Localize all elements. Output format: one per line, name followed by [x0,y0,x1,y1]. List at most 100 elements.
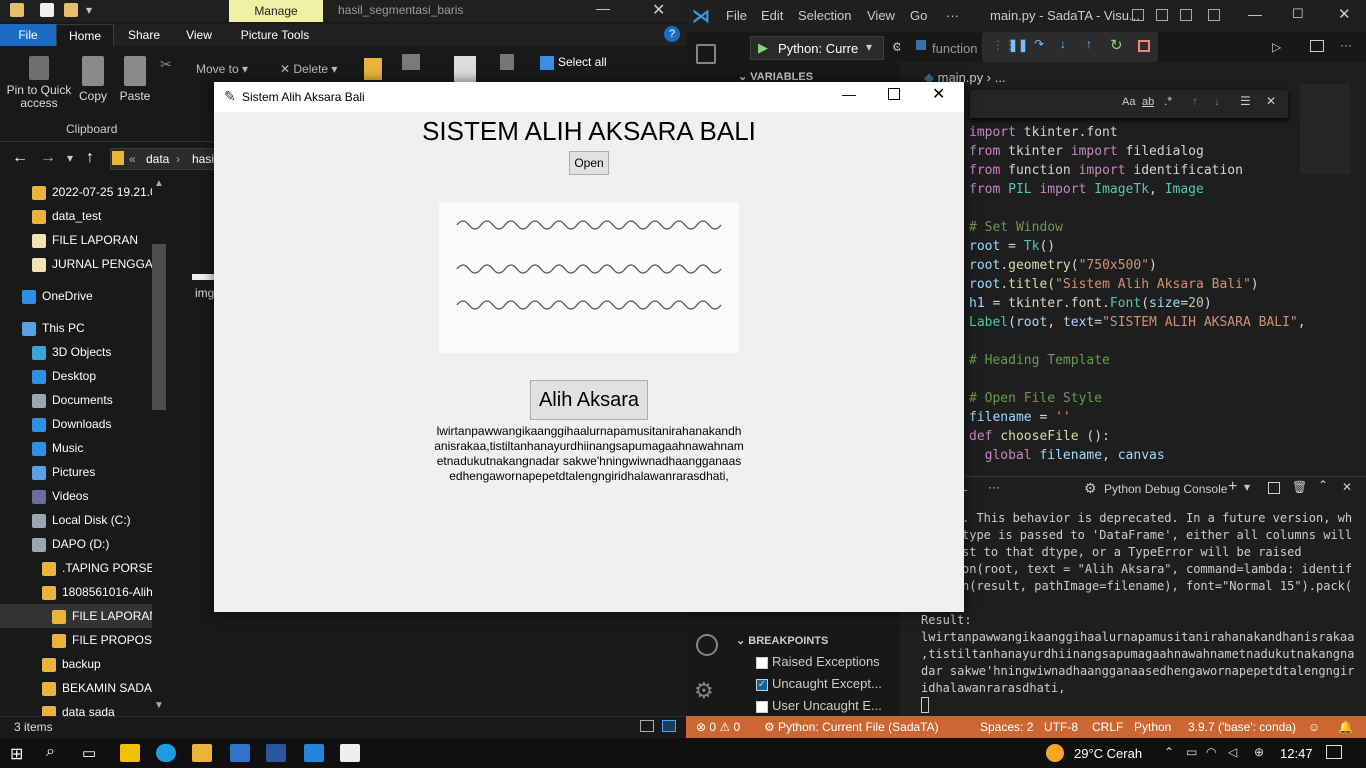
close-icon[interactable]: ✕ [1338,5,1351,23]
back-icon[interactable]: ← [12,149,28,167]
menu-more[interactable]: ··· [946,8,959,23]
new-item-icon[interactable] [402,54,420,70]
nav-item[interactable]: Music [0,436,152,460]
qat-dropdown-icon[interactable]: ▾ [86,3,92,17]
previous-match-icon[interactable]: ↑ [1192,94,1198,108]
nav-item[interactable]: FILE PROPOSAL [0,628,152,652]
file-explorer-icon[interactable] [192,744,212,762]
split-editor-icon[interactable] [1310,40,1324,52]
next-match-icon[interactable]: ↓ [1214,94,1220,108]
nav-item[interactable]: .TAPING PORSEN [0,556,152,580]
close-find-icon[interactable]: ✕ [1266,94,1276,108]
start-debug-icon[interactable]: ▶ [758,40,768,56]
cut-icon[interactable]: ✂ [160,56,172,73]
up-icon[interactable]: ↑ [86,149,94,167]
more-actions-icon[interactable]: ··· [1340,38,1352,52]
find-in-selection-icon[interactable]: ☰ [1240,94,1251,108]
debug-console-select[interactable]: Python Debug Console [1104,482,1227,496]
open-icon[interactable] [500,54,514,70]
run-config-label[interactable]: Python: Curre [778,41,858,56]
minimap[interactable] [1300,84,1350,174]
nav-item[interactable]: Desktop [0,364,152,388]
menu-file[interactable]: File [726,8,747,23]
breakpoint-checkbox[interactable] [756,656,768,669]
scroll-up-icon[interactable]: ▲ [154,178,164,189]
breakpoint-checkbox[interactable] [756,700,768,713]
toggle-sidebar-icon[interactable] [1132,9,1144,21]
panel-more-icon[interactable]: ··· [988,480,1000,494]
path-overflow-icon[interactable]: « [129,152,136,166]
edge-icon[interactable] [156,744,176,762]
help-icon[interactable]: ? [664,26,680,42]
manage-tab[interactable]: Manage [229,0,323,22]
settings-gear-icon[interactable]: ⚙ [694,678,714,704]
tray-overflow-icon[interactable]: ⌃ [1164,745,1174,759]
menu-edit[interactable]: Edit [761,8,783,23]
breakpoint-item[interactable]: User Uncaught E... [756,698,882,713]
indent-status[interactable]: Spaces: 2 [980,720,1033,734]
maximize-icon[interactable]: ☐ [1292,6,1304,22]
folder-icon[interactable] [10,3,24,17]
delete-button[interactable]: ✕ Delete ▾ [280,62,337,76]
alih-aksara-button[interactable]: Alih Aksara [530,380,648,420]
eol-status[interactable]: CRLF [1092,720,1123,734]
nav-item[interactable]: Pictures [0,460,152,484]
pause-icon[interactable]: ❚❚ [1008,38,1028,52]
photos-icon[interactable] [230,744,250,762]
weather-text[interactable]: 29°C Cerah [1074,746,1142,761]
nav-item[interactable]: FILE LAPORAN [0,604,152,628]
nav-item[interactable]: Videos [0,484,152,508]
tab-home[interactable]: Home [56,24,114,46]
step-out-icon[interactable]: ↑ [1086,37,1092,51]
pin-quick-access-button[interactable]: Pin to Quick access [4,56,74,110]
language-globe-icon[interactable]: ⊕ [1254,745,1264,759]
chevron-down-icon[interactable]: ▾ [866,40,872,54]
paste-button[interactable]: Paste [118,56,152,103]
menu-selection[interactable]: Selection [798,8,851,23]
nav-item[interactable]: 2022-07-25 19.21.0 [0,180,152,204]
menu-go[interactable]: Go [910,8,927,23]
customize-layout-icon[interactable] [1208,9,1220,21]
large-icons-view-icon[interactable] [662,720,676,732]
tab-function[interactable]: function [932,41,978,56]
explorer-icon[interactable] [696,44,716,64]
select-all-button[interactable]: Select all [540,55,607,70]
search-icon[interactable]: ⌕ [46,743,55,761]
nav-item[interactable]: FILE LAPORAN [0,228,152,252]
tab-picture-tools[interactable]: Picture Tools [232,24,318,46]
windows-start-icon[interactable]: ⊞ [10,744,23,764]
properties-icon[interactable] [454,56,476,82]
restart-icon[interactable]: ↻ [1110,36,1123,54]
battery-icon[interactable]: ▭ [1186,745,1197,759]
toggle-panel-icon[interactable] [1156,9,1168,21]
python-app-icon[interactable] [340,744,360,762]
problems-status[interactable]: ⊗ 0 ⚠ 0 [696,720,740,734]
minimize-icon[interactable]: — [842,86,856,102]
trash-icon[interactable]: 🗑 [1292,480,1307,494]
nav-item[interactable]: 3D Objects [0,340,152,364]
nav-item[interactable]: Local Disk (C:) [0,508,152,532]
notifications-bell-icon[interactable]: 🔔 [1338,720,1353,734]
nav-item[interactable]: This PC [0,316,152,340]
split-terminal-icon[interactable] [1268,482,1280,494]
maximize-icon[interactable] [888,88,900,100]
regex-icon[interactable]: .* [1164,94,1172,108]
breakpoint-checkbox[interactable]: ✓ [756,678,768,691]
account-icon[interactable] [696,634,718,656]
breakpoints-section[interactable]: ⌄ BREAKPOINTS [736,634,828,647]
step-into-icon[interactable]: ↓ [1060,37,1066,51]
file-label[interactable]: img [195,286,214,300]
new-folder-icon[interactable] [64,3,78,17]
nav-item[interactable]: JURNAL PENGGAN [0,252,152,276]
match-case-icon[interactable]: Aa [1122,96,1135,108]
nav-item[interactable]: 1808561016-Aliha [0,580,152,604]
debug-gear-icon[interactable]: ⚙ [1084,480,1097,497]
sticky-notes-icon[interactable] [120,744,140,762]
breadcrumb-data[interactable]: data [146,152,169,166]
tab-view[interactable]: View [176,24,222,46]
close-icon[interactable]: ✕ [932,84,945,104]
chevron-down-icon[interactable]: ▾ [1244,480,1250,494]
copy-button[interactable]: Copy [76,56,110,103]
debug-status[interactable]: ⚙ Python: Current File (SadaTA) [764,720,939,734]
nav-item[interactable]: data_test [0,204,152,228]
